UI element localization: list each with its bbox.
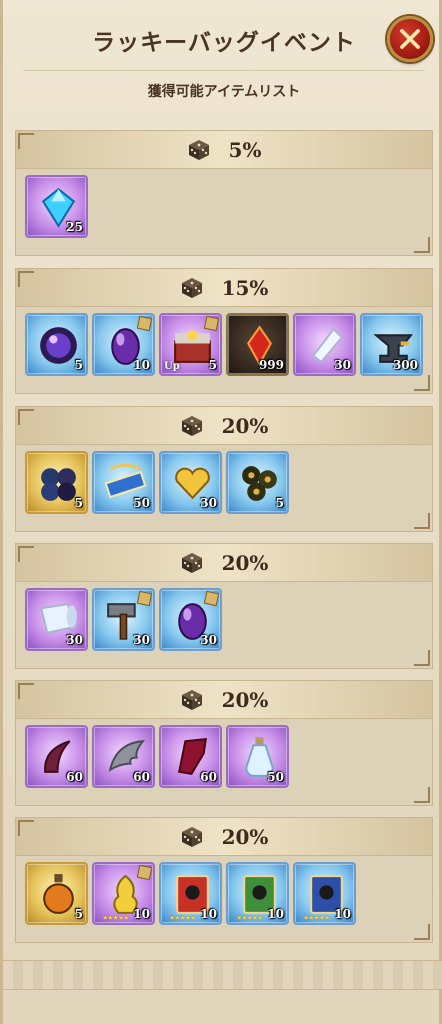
- close-icon: [400, 29, 420, 49]
- star-rating: ★★★★★: [303, 914, 330, 922]
- item-quantity: 60: [200, 770, 217, 784]
- dice-icon: [181, 689, 202, 710]
- drop-rate-label: 20%: [221, 413, 269, 438]
- item-badge-icon: [203, 315, 220, 332]
- item-slot[interactable]: ★★★★★ 10: [226, 862, 289, 925]
- item-list: 30 30 30: [16, 582, 432, 651]
- item-slot[interactable]: ★★★★★ 10: [159, 862, 222, 925]
- item-quantity: 5: [74, 358, 83, 372]
- drop-rate-label: 20%: [221, 550, 269, 575]
- item-list: 5 50 30 5: [16, 445, 432, 514]
- drop-rate-section: 15% 5 10 Up 5 999 30 300: [15, 268, 433, 394]
- item-list: 5 ★★★★★ 10 ★★★★★ 10 ★★★★★ 10 ★★★★★ 10: [16, 856, 432, 925]
- item-quantity: 10: [133, 907, 150, 921]
- item-slot[interactable]: 60: [25, 725, 88, 788]
- item-quantity: 30: [334, 358, 351, 372]
- subtitle-bar: 獲得可能アイテムリスト: [23, 70, 425, 110]
- item-list: 25: [16, 169, 432, 238]
- section-header: 5%: [16, 131, 432, 169]
- section-header: 20%: [16, 544, 432, 582]
- item-quantity: 10: [133, 358, 150, 372]
- item-slot[interactable]: 30: [92, 588, 155, 651]
- close-button[interactable]: [387, 16, 433, 62]
- item-quantity: 300: [392, 358, 418, 372]
- item-slot[interactable]: 30: [25, 588, 88, 651]
- item-badge-icon: [203, 590, 220, 607]
- item-quantity: 60: [66, 770, 83, 784]
- item-quantity: 50: [133, 496, 150, 510]
- item-quantity: 25: [66, 220, 83, 234]
- item-quantity: 5: [74, 907, 83, 921]
- item-slot[interactable]: ★★★★★ 10: [293, 862, 356, 925]
- item-slot[interactable]: ★★★★★ 10: [92, 862, 155, 925]
- drop-rate-label: 20%: [221, 824, 269, 849]
- item-quantity: 30: [200, 496, 217, 510]
- item-slot[interactable]: 60: [159, 725, 222, 788]
- item-slot[interactable]: 999: [226, 313, 289, 376]
- item-slot[interactable]: 60: [92, 725, 155, 788]
- item-slot[interactable]: 30: [293, 313, 356, 376]
- star-rating: ★★★★★: [169, 914, 196, 922]
- section-header: 20%: [16, 681, 432, 719]
- drop-rate-section: 20% 60 60 60 50: [15, 680, 433, 806]
- item-quantity: 5: [275, 496, 284, 510]
- item-slot[interactable]: 50: [226, 725, 289, 788]
- section-header: 15%: [16, 269, 432, 307]
- item-slot[interactable]: 300: [360, 313, 423, 376]
- item-quantity: 60: [133, 770, 150, 784]
- item-quantity: 999: [258, 358, 284, 372]
- drop-rate-label: 15%: [221, 275, 269, 300]
- item-slot[interactable]: 30: [159, 588, 222, 651]
- subtitle: 獲得可能アイテムリスト: [147, 83, 301, 100]
- dice-icon: [181, 415, 202, 436]
- header: ラッキーバッグイベント: [3, 0, 442, 80]
- item-quantity: 10: [267, 907, 284, 921]
- item-slot[interactable]: Up 5: [159, 313, 222, 376]
- item-list: 60 60 60 50: [16, 719, 432, 788]
- dice-icon: [188, 139, 209, 160]
- item-slot[interactable]: 30: [159, 451, 222, 514]
- item-badge-icon: [136, 315, 153, 332]
- item-slot[interactable]: 5: [25, 451, 88, 514]
- dice-icon: [181, 277, 202, 298]
- item-quantity: 5: [208, 358, 217, 372]
- item-slot[interactable]: 5: [226, 451, 289, 514]
- footer-decoration: [3, 960, 442, 990]
- item-slot[interactable]: 5: [25, 862, 88, 925]
- item-list: 5 10 Up 5 999 30 300: [16, 307, 432, 376]
- section-header: 20%: [16, 407, 432, 445]
- page-title: ラッキーバッグイベント: [92, 29, 356, 56]
- item-slot[interactable]: 5: [25, 313, 88, 376]
- dice-icon: [181, 552, 202, 573]
- item-badge-icon: [136, 590, 153, 607]
- section-header: 20%: [16, 818, 432, 856]
- lucky-bag-panel: ラッキーバッグイベント 獲得可能アイテムリスト 5% 25 15% 5 10 Up 5 999…: [0, 0, 442, 1024]
- drop-rate-section: 5% 25: [15, 130, 433, 256]
- drop-rate-section: 20% 5 50 30 5: [15, 406, 433, 532]
- item-quantity: 50: [267, 770, 284, 784]
- up-tag: Up: [164, 361, 180, 372]
- item-quantity: 5: [74, 496, 83, 510]
- item-quantity: 10: [200, 907, 217, 921]
- drop-rate-label: 5%: [228, 137, 262, 162]
- dice-icon: [181, 826, 202, 847]
- star-rating: ★★★★★: [236, 914, 263, 922]
- item-slot[interactable]: 25: [25, 175, 88, 238]
- drop-rate-section: 20% 5 ★★★★★ 10 ★★★★★ 10 ★★★★★ 10 ★★★★★ 10: [15, 817, 433, 943]
- star-rating: ★★★★★: [102, 914, 129, 922]
- item-badge-icon: [136, 864, 153, 881]
- item-quantity: 30: [66, 633, 83, 647]
- drop-rate-section: 20% 30 30 30: [15, 543, 433, 669]
- item-slot[interactable]: 50: [92, 451, 155, 514]
- item-quantity: 30: [200, 633, 217, 647]
- item-slot[interactable]: 10: [92, 313, 155, 376]
- item-quantity: 10: [334, 907, 351, 921]
- drop-rate-label: 20%: [221, 687, 269, 712]
- item-quantity: 30: [133, 633, 150, 647]
